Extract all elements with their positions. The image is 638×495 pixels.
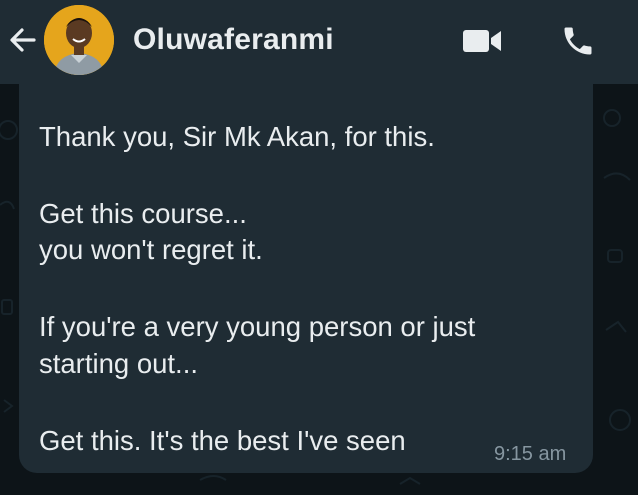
message-text-line: starting out... [39, 348, 198, 379]
avatar[interactable] [44, 5, 114, 75]
back-button[interactable] [4, 20, 42, 60]
message-text-line: If you're a very young person or just [39, 311, 476, 342]
message-timestamp: 9:15 am [494, 443, 567, 465]
contact-name[interactable]: Oluwaferanmi [133, 21, 334, 59]
video-camera-icon [463, 30, 501, 52]
chat-header: Oluwaferanmi [0, 0, 638, 84]
chat-screen: Oluwaferanmi Thank you, Sir Mk Akan, for… [0, 0, 638, 495]
contact-avatar [44, 5, 114, 75]
video-call-button[interactable] [456, 22, 508, 60]
message-text-line: Thank you, Sir Mk Akan, for this. [39, 121, 435, 152]
message-text-line: you won't regret it. [39, 234, 263, 265]
message-text-line: Get this course... [39, 198, 247, 229]
arrow-left-icon [10, 28, 36, 52]
phone-icon [564, 27, 592, 55]
message-text-line: Get this. It's the best I've seen [39, 425, 406, 456]
voice-call-button[interactable] [555, 20, 601, 62]
